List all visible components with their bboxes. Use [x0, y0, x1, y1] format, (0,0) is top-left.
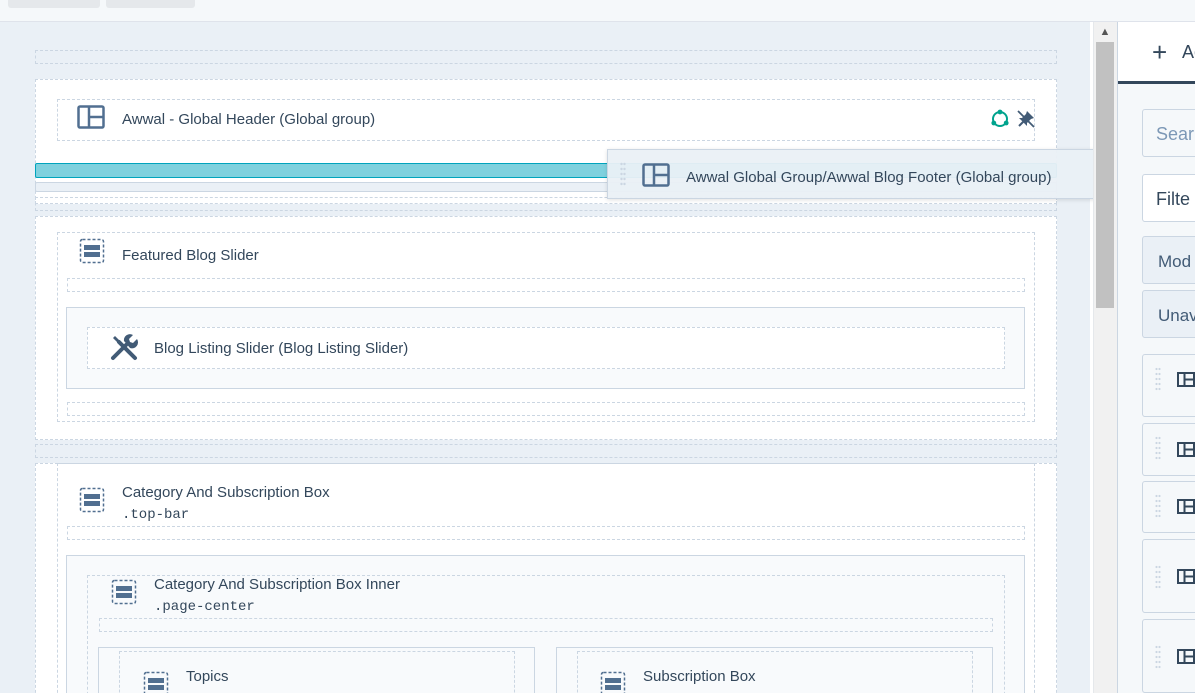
unpin-icon[interactable]	[1016, 109, 1036, 129]
toolbar-tab-stub[interactable]	[8, 0, 100, 8]
drop-zone[interactable]	[35, 197, 1057, 211]
drag-ghost[interactable]: Awwal Global Group/Awwal Blog Footer (Gl…	[607, 149, 1105, 199]
scroll-up-icon[interactable]: ▲	[1093, 22, 1117, 42]
drag-handle-icon[interactable]	[1155, 436, 1161, 460]
category-box-label[interactable]: Category And Subscription Box	[122, 484, 330, 501]
group-icon	[79, 238, 105, 264]
modules-button[interactable]: Mod	[1142, 236, 1195, 284]
group-icon	[600, 671, 626, 693]
drop-zone[interactable]	[67, 278, 1025, 292]
drag-handle-icon[interactable]	[620, 162, 626, 188]
group-icon	[143, 671, 169, 693]
drop-zone[interactable]	[35, 50, 1057, 64]
editor-canvas: Awwal - Global Header (Global group) Fea…	[0, 22, 1090, 693]
panel-body: Sear Filte Mod Unav	[1118, 84, 1195, 693]
tab-add[interactable]: + Ac	[1118, 22, 1195, 84]
toolbar-tab-stub[interactable]	[106, 0, 195, 8]
subscription-label[interactable]: Subscription Box	[643, 668, 756, 685]
drop-zone[interactable]	[67, 526, 1025, 540]
add-panel: + Ac Sear Filte Mod Unav	[1117, 22, 1195, 693]
wrench-icon	[111, 334, 139, 360]
featured-slider-label[interactable]: Featured Blog Slider	[122, 247, 259, 264]
drop-zone[interactable]	[99, 618, 993, 632]
topics-column	[119, 651, 515, 693]
drop-zone[interactable]	[35, 444, 1057, 458]
layout-icon	[1177, 649, 1195, 664]
layout-icon	[1177, 499, 1195, 514]
category-inner-class: .page-center	[154, 599, 255, 615]
category-inner-label[interactable]: Category And Subscription Box Inner	[154, 576, 400, 593]
panel-card[interactable]	[1142, 539, 1195, 613]
layout-icon	[1177, 372, 1195, 387]
panel-card[interactable]	[1142, 423, 1195, 476]
drag-handle-icon[interactable]	[1155, 494, 1161, 518]
group-icon	[111, 579, 137, 605]
drag-handle-icon[interactable]	[1155, 565, 1161, 589]
blog-listing-label[interactable]: Blog Listing Slider (Blog Listing Slider…	[154, 340, 408, 357]
unavailable-button[interactable]: Unav	[1142, 290, 1195, 338]
drag-ghost-label: Awwal Global Group/Awwal Blog Footer (Gl…	[686, 169, 1052, 186]
layout-icon	[77, 105, 105, 129]
global-icon[interactable]	[990, 109, 1010, 129]
subscription-column	[577, 651, 973, 693]
layout-icon	[642, 163, 670, 187]
panel-card[interactable]	[1142, 619, 1195, 693]
layout-icon	[1177, 569, 1195, 584]
panel-card[interactable]	[1142, 481, 1195, 533]
category-box-class: .top-bar	[122, 507, 190, 523]
panel-card[interactable]	[1142, 354, 1195, 417]
scroll-thumb[interactable]	[1096, 42, 1114, 308]
global-header-label[interactable]: Awwal - Global Header (Global group)	[122, 111, 375, 128]
drag-handle-icon[interactable]	[1155, 367, 1161, 391]
drag-handle-icon[interactable]	[1155, 645, 1161, 669]
plus-icon: +	[1152, 37, 1168, 67]
group-icon	[79, 487, 105, 513]
filter-select[interactable]: Filte	[1142, 174, 1195, 222]
drop-zone[interactable]	[67, 402, 1025, 416]
layout-icon	[1177, 442, 1195, 457]
search-input[interactable]: Sear	[1142, 109, 1195, 157]
topics-label[interactable]: Topics	[186, 668, 229, 685]
top-toolbar	[0, 0, 1195, 22]
tab-add-label: Ac	[1182, 42, 1195, 62]
